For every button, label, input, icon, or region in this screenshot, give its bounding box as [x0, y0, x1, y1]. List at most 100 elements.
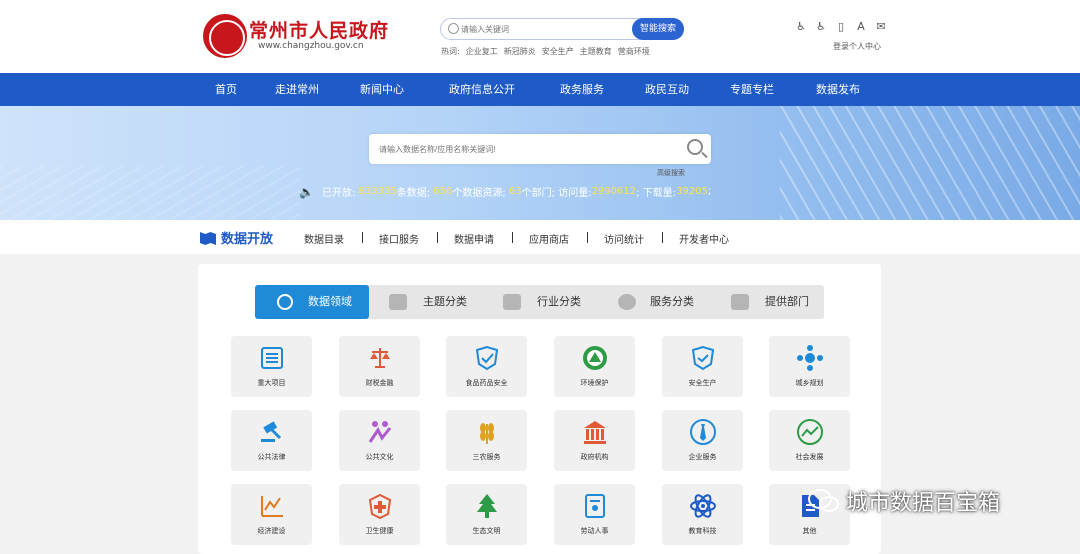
search-icon [448, 23, 459, 34]
document-person-icon [585, 494, 605, 518]
data-search-input[interactable] [379, 142, 659, 156]
subnav-item-catalog[interactable]: 数据目录 [304, 231, 344, 246]
nav-item-data-release[interactable]: 数据发布 [816, 73, 860, 106]
accessibility-icon[interactable]: ♿ [795, 20, 807, 33]
divider [512, 232, 513, 243]
tab-label: 服务分类 [650, 295, 694, 308]
nav-item-gov-info[interactable]: 政府信息公开 [449, 73, 515, 106]
stat-label: 访问量: [558, 188, 592, 199]
tab-label: 提供部门 [765, 295, 809, 308]
tab-industry[interactable]: 行业分类 [503, 285, 581, 319]
data-open-subnav: 数据开放 数据目录 接口服务 数据申请 应用商店 访问统计 开发者中心 [0, 220, 1080, 254]
font-size-icon[interactable]: A [855, 20, 867, 33]
top-search-input[interactable] [461, 22, 621, 36]
card-icon [731, 294, 749, 310]
category-label: 卫生健康 [365, 527, 394, 535]
nav-item-services[interactable]: 政务服务 [560, 73, 604, 106]
nav-item-home[interactable]: 首页 [215, 73, 237, 106]
category-label: 城乡规划 [795, 379, 824, 387]
service-icon [618, 294, 636, 310]
category-label: 政府机构 [580, 453, 609, 461]
subnav-item-api[interactable]: 接口服务 [379, 231, 419, 246]
mobile-icon[interactable]: ▯ [835, 20, 847, 33]
nav-item-news[interactable]: 新闻中心 [360, 73, 404, 106]
tab-label: 数据领域 [308, 295, 352, 308]
search-icon[interactable] [687, 139, 703, 155]
tab-department[interactable]: 提供部门 [731, 285, 809, 319]
category-card[interactable]: 公共法律 [231, 410, 312, 471]
hot-word-link[interactable]: 营商环境 [618, 46, 650, 57]
subnav-item-statistics[interactable]: 访问统计 [604, 231, 644, 246]
category-label: 食品药品安全 [465, 379, 508, 387]
subnav-item-apply[interactable]: 数据申请 [454, 231, 494, 246]
site-url: www.changzhou.gov.cn [258, 41, 364, 51]
tree-icon [477, 494, 497, 518]
smart-search-button[interactable]: 智能搜索 [632, 18, 684, 40]
category-card[interactable]: 城乡规划 [769, 336, 850, 397]
category-card[interactable]: 经济建设 [231, 484, 312, 545]
wechat-icon [808, 489, 839, 512]
network-icon [797, 345, 823, 371]
category-card[interactable]: 卫生健康 [339, 484, 420, 545]
login-link[interactable]: 登录个人中心 [833, 41, 881, 52]
people-icon [368, 421, 392, 443]
category-card[interactable]: 财税金融 [339, 336, 420, 397]
shield-icon [691, 345, 715, 371]
top-search-box: 智能搜索 [440, 18, 684, 40]
category-label: 经济建设 [257, 527, 286, 535]
nav-item-interaction[interactable]: 政民互动 [645, 73, 689, 106]
hot-word-link[interactable]: 主题教育 [580, 46, 612, 57]
category-label: 重大项目 [257, 379, 286, 387]
tab-theme[interactable]: 主题分类 [389, 285, 467, 319]
category-card[interactable]: 政府机构 [554, 410, 635, 471]
nav-item-about[interactable]: 走进常州 [275, 73, 319, 106]
watermark: 城市数据百宝箱 [808, 485, 1000, 517]
hot-word-link[interactable]: 企业复工 [466, 46, 498, 57]
gavel-icon [261, 421, 282, 442]
divider [362, 232, 363, 243]
category-card[interactable]: 企业服务 [662, 410, 743, 471]
theme-icon [389, 294, 407, 310]
divider [437, 232, 438, 243]
wheat-icon [480, 423, 494, 444]
tab-service[interactable]: 服务分类 [618, 285, 694, 319]
category-label: 公共法律 [257, 453, 286, 461]
stat-label: 个部门; [521, 188, 556, 199]
data-open-title[interactable]: 数据开放 [200, 228, 273, 247]
stat-label: 条数据; [396, 188, 431, 199]
hot-word-link[interactable]: 安全生产 [542, 46, 574, 57]
medical-icon [368, 493, 392, 520]
site-name[interactable]: 常州市人民政府 [249, 16, 389, 43]
tab-label: 主题分类 [423, 295, 467, 308]
mail-icon[interactable]: ✉ [875, 20, 887, 33]
data-search-box [369, 134, 711, 164]
category-label: 财税金融 [365, 379, 394, 387]
subnav-item-app-store[interactable]: 应用商店 [529, 231, 569, 246]
stat-visits: 2990612 [591, 186, 637, 197]
stat-data-count: 833335 [358, 186, 397, 197]
category-card[interactable]: 食品药品安全 [446, 336, 527, 397]
category-card[interactable]: 教育科技 [662, 484, 743, 545]
category-card[interactable]: 三农服务 [446, 410, 527, 471]
category-label: 生态文明 [472, 527, 501, 535]
category-card[interactable]: 劳动人事 [554, 484, 635, 545]
category-card[interactable]: 公共文化 [339, 410, 420, 471]
hot-word-link[interactable]: 新冠肺炎 [504, 46, 536, 57]
category-card[interactable]: 生态文明 [446, 484, 527, 545]
list-icon [261, 347, 283, 369]
hot-words-label: 热词: [441, 47, 460, 56]
gov-emblem-logo[interactable] [203, 14, 247, 58]
stat-resource-count: 656 [433, 186, 453, 197]
wheelchair-icon[interactable]: ♿ [815, 20, 827, 33]
subnav-item-developer[interactable]: 开发者中心 [679, 231, 729, 246]
nav-item-special[interactable]: 专题专栏 [730, 73, 774, 106]
category-card[interactable]: 环境保护 [554, 336, 635, 397]
divider [662, 232, 663, 243]
advanced-search-link[interactable]: 高级搜索 [657, 168, 685, 178]
trend-icon [797, 419, 823, 445]
environment-badge-icon [583, 346, 607, 370]
tab-data-domain[interactable]: 数据领域 [255, 285, 369, 319]
category-card[interactable]: 重大项目 [231, 336, 312, 397]
category-card[interactable]: 安全生产 [662, 336, 743, 397]
category-card[interactable]: 社会发展 [769, 410, 850, 471]
